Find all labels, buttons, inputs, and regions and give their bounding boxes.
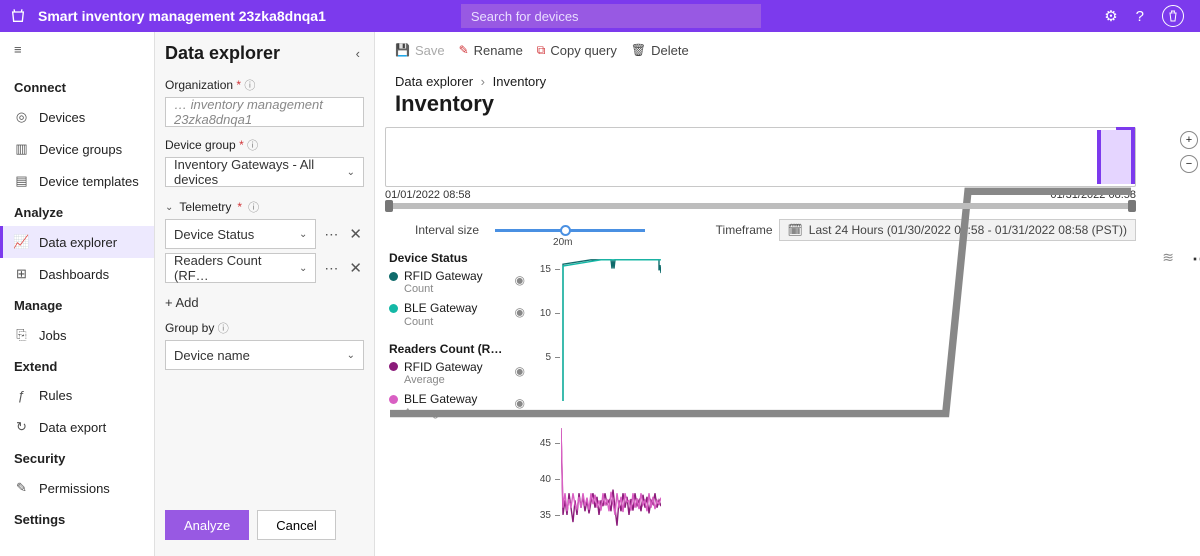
export-icon: ↻: [14, 419, 29, 435]
nav-device-templates[interactable]: ▤Device templates: [0, 165, 154, 197]
rename-button[interactable]: ✎Rename: [459, 43, 523, 58]
menu-toggle[interactable]: ≡: [0, 42, 154, 66]
more-icon[interactable]: ⋯: [322, 226, 341, 243]
help-icon[interactable]: ?: [1136, 8, 1144, 25]
eye-icon[interactable]: ◉: [515, 364, 525, 378]
nav-dashboards[interactable]: ⊞Dashboards: [0, 258, 154, 290]
timeline[interactable]: 1d: [385, 127, 1136, 187]
legend-item[interactable]: BLE Gateway◉: [389, 392, 525, 406]
nav-section: Extend: [0, 351, 154, 380]
nav-section: Analyze: [0, 197, 154, 226]
remove-icon[interactable]: ✕: [347, 225, 364, 243]
dashboard-icon: ⊞: [14, 266, 29, 282]
main-content: 💾Save ✎Rename ⧉Copy query 🗑Delete Data e…: [375, 32, 1200, 556]
info-icon[interactable]: ⓘ: [218, 323, 229, 335]
telemetry-select-1[interactable]: Device Status⌄: [165, 219, 316, 249]
nav-section: Settings: [0, 504, 154, 533]
cart-icon: [8, 8, 28, 24]
legend-item[interactable]: RFID Gateway◉: [389, 360, 525, 374]
breadcrumb-leaf: Inventory: [493, 74, 546, 89]
eye-icon[interactable]: ◉: [515, 305, 525, 319]
nav-permissions[interactable]: ✎Permissions: [0, 472, 154, 504]
telemetry-select-2[interactable]: Readers Count (RF…⌄: [165, 253, 316, 283]
interval-slider[interactable]: 20m: [495, 229, 645, 232]
copy-query-button[interactable]: ⧉Copy query: [537, 43, 617, 58]
legend-item[interactable]: RFID Gateway◉: [389, 269, 525, 283]
save-icon: 💾: [395, 43, 410, 57]
analyze-button[interactable]: Analyze: [165, 510, 249, 540]
gear-icon[interactable]: ⚙: [1104, 7, 1117, 25]
nav-section: Manage: [0, 290, 154, 319]
chart-canvas: ≋ ⋯ 51015 354045: [525, 251, 1180, 556]
rules-icon: ƒ: [14, 388, 29, 403]
nav-data-explorer[interactable]: 📈Data explorer: [0, 226, 154, 258]
nav-section: Security: [0, 443, 154, 472]
zoom-in-button[interactable]: +: [1180, 131, 1198, 149]
eye-icon[interactable]: ◉: [515, 396, 525, 410]
organization-label: Organization * ⓘ: [165, 77, 364, 93]
search-input[interactable]: Search for devices: [461, 4, 761, 28]
device-icon: ◎: [14, 109, 29, 125]
jobs-icon: ⎘: [14, 327, 29, 343]
rename-icon: ✎: [459, 43, 469, 57]
left-nav: ≡ Connect ◎Devices ▥Device groups ▤Devic…: [0, 32, 155, 556]
cancel-button[interactable]: Cancel: [257, 510, 335, 540]
layers-icon[interactable]: ≋: [1162, 249, 1174, 266]
timeline-scrollbar[interactable]: [385, 203, 1136, 209]
telemetry-label[interactable]: ⌄Telemetry * ⓘ: [165, 199, 364, 215]
config-panel: Data explorer ‹ Organization * ⓘ … inven…: [155, 32, 375, 556]
app-title: Smart inventory management 23zka8dnqa1: [38, 8, 326, 24]
alerts-icon[interactable]: [1162, 5, 1184, 27]
nav-device-groups[interactable]: ▥Device groups: [0, 133, 154, 165]
info-icon[interactable]: ⓘ: [244, 80, 255, 92]
chevron-down-icon: ⌄: [299, 229, 307, 240]
templates-icon: ▤: [14, 173, 29, 189]
info-icon[interactable]: ⓘ: [247, 140, 258, 152]
copy-icon: ⧉: [537, 43, 546, 58]
collapse-panel-icon[interactable]: ‹: [352, 42, 364, 65]
nav-jobs[interactable]: ⎘Jobs: [0, 319, 154, 351]
groups-icon: ▥: [14, 141, 29, 157]
device-group-label: Device group * ⓘ: [165, 137, 364, 153]
chart-icon: 📈: [14, 234, 29, 250]
save-button: 💾Save: [395, 43, 445, 58]
chevron-down-icon: ⌄: [165, 202, 173, 213]
delete-button[interactable]: 🗑Delete: [631, 43, 689, 58]
remove-icon[interactable]: ✕: [347, 259, 364, 277]
nav-rules[interactable]: ƒRules: [0, 380, 154, 411]
chevron-down-icon: ⌄: [299, 263, 307, 274]
more-icon[interactable]: ⋯: [322, 260, 341, 277]
more-options-icon[interactable]: ⋯: [1192, 249, 1200, 270]
groupby-select[interactable]: Device name⌄: [165, 340, 364, 370]
delete-icon: 🗑: [631, 43, 646, 57]
page-title: Inventory: [375, 91, 1200, 127]
device-group-select[interactable]: Inventory Gateways - All devices⌄: [165, 157, 364, 187]
chevron-down-icon: ⌄: [347, 167, 355, 178]
organization-input[interactable]: … inventory management 23zka8dnqa1: [165, 97, 364, 127]
add-telemetry-button[interactable]: + Add: [165, 295, 364, 310]
key-icon: ✎: [14, 480, 29, 496]
nav-data-export[interactable]: ↻Data export: [0, 411, 154, 443]
info-icon[interactable]: ⓘ: [248, 199, 259, 215]
zoom-out-button[interactable]: −: [1180, 155, 1198, 173]
breadcrumb: Data explorer › Inventory: [375, 68, 1200, 91]
eye-icon[interactable]: ◉: [515, 273, 525, 287]
panel-title: Data explorer: [165, 43, 280, 64]
groupby-label: Group by ⓘ: [165, 320, 364, 336]
breadcrumb-root[interactable]: Data explorer: [395, 74, 473, 89]
legend-item[interactable]: BLE Gateway◉: [389, 301, 525, 315]
chevron-down-icon: ⌄: [347, 350, 355, 361]
nav-devices[interactable]: ◎Devices: [0, 101, 154, 133]
nav-section: Connect: [0, 72, 154, 101]
